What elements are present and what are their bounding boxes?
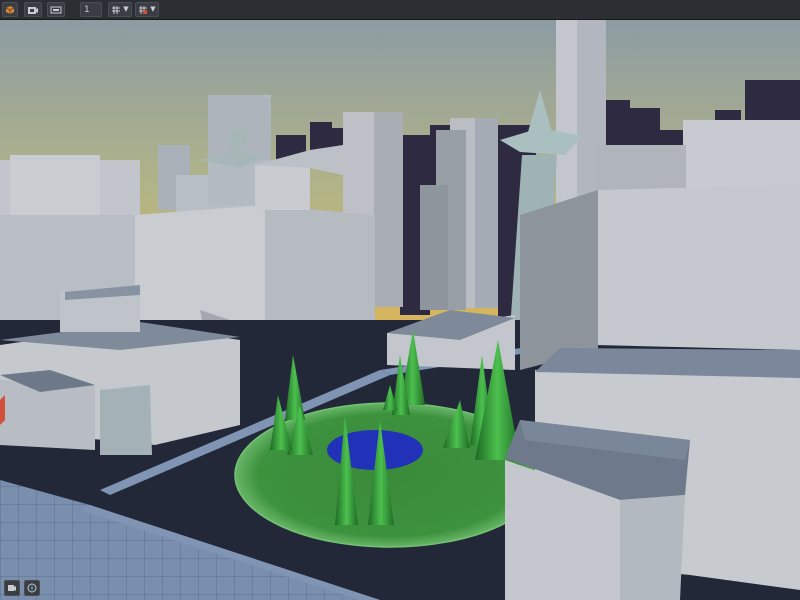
snap-grid-icon (139, 5, 148, 14)
camera-icon (28, 6, 38, 14)
right-large-building (520, 185, 800, 370)
viewport-toolbar: 1 ▼ ▼ (0, 0, 800, 20)
city-scene[interactable] (0, 20, 800, 600)
scene-viewport[interactable] (0, 20, 800, 600)
viewport-bottom-bar (0, 578, 50, 598)
screen-icon (50, 6, 62, 13)
screen-button[interactable] (47, 2, 65, 17)
camera-speed-value: 1 (84, 4, 90, 15)
compass-button[interactable] (24, 580, 40, 596)
camera-toggle-button[interactable] (4, 580, 20, 596)
camera-speed-field[interactable]: 1 (80, 2, 102, 17)
compass-icon (27, 583, 37, 593)
grid-dropdown[interactable]: ▼ (108, 2, 132, 17)
snap-dropdown[interactable]: ▼ (135, 2, 159, 17)
view-cube-button[interactable] (2, 2, 18, 17)
chevron-down-icon: ▼ (123, 5, 129, 13)
camera-button[interactable] (24, 2, 42, 17)
grid-icon (112, 5, 121, 14)
chevron-down-icon: ▼ (150, 5, 156, 13)
view-cube-icon (5, 5, 15, 14)
camera-toggle-icon (8, 585, 16, 591)
right-foreground-building (505, 348, 800, 600)
